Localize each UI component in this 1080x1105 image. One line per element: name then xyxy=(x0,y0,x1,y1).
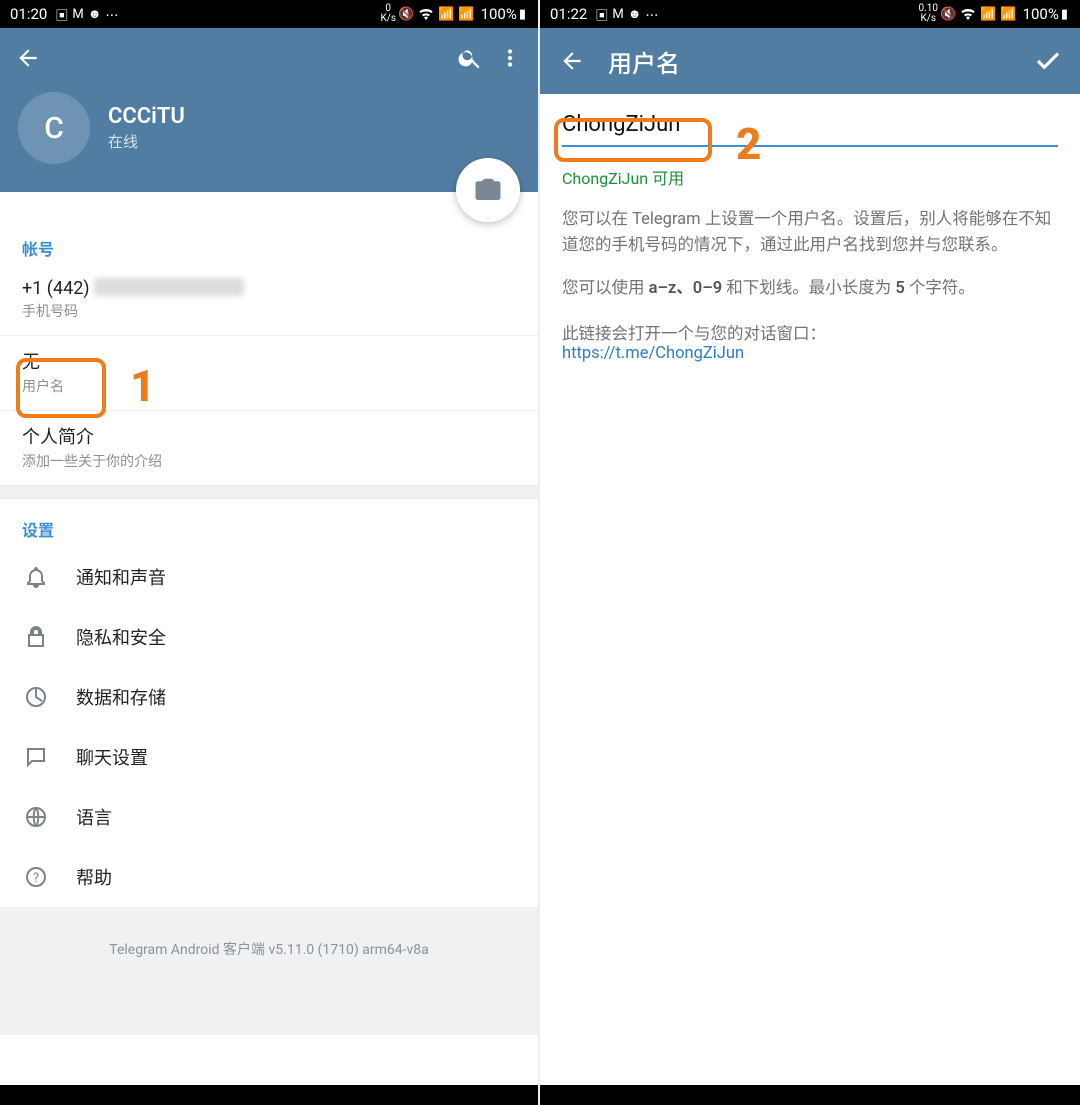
username-link[interactable]: https://t.me/ChongZiJun xyxy=(562,344,744,363)
profile-name: CCCiTU xyxy=(108,104,185,129)
signal-icon-1: 📶 xyxy=(438,7,454,22)
more-status-icon: ⋯ xyxy=(645,5,658,24)
check-icon xyxy=(1033,46,1063,76)
settings-chat[interactable]: 聊天设置 xyxy=(0,727,538,787)
username-card: ChongZiJun ChongZiJun 可用 您可以在 Telegram 上… xyxy=(540,94,1080,363)
status-bar-right: 01:22 ▣ M ☻ ⋯ 0.10K/s 🔇 📶 📶 100% ▮ xyxy=(540,0,1080,28)
status-time: 01:20 xyxy=(10,5,47,23)
account-title: 帐号 xyxy=(0,218,538,266)
gallery-icon: ▣ xyxy=(55,5,68,24)
settings-privacy[interactable]: 隐私和安全 xyxy=(0,607,538,667)
signal-icon-1: 📶 xyxy=(980,7,996,22)
phone-label: 手机号码 xyxy=(22,301,516,321)
mute-icon: 🔇 xyxy=(398,7,414,22)
phone-value: +1 (442) xyxy=(22,278,516,299)
avatar[interactable]: C xyxy=(18,92,90,164)
camera-fab[interactable] xyxy=(456,158,520,222)
back-button[interactable] xyxy=(8,38,48,78)
settings-help[interactable]: ? 帮助 xyxy=(0,847,538,907)
bio-title: 个人简介 xyxy=(22,423,516,449)
bell-icon xyxy=(22,563,50,591)
avatar-initial: C xyxy=(44,111,64,146)
confirm-button[interactable] xyxy=(1028,41,1068,81)
chat-status-icon: ☻ xyxy=(628,6,642,22)
profile-status: 在线 xyxy=(108,131,185,152)
phone-right: 01:22 ▣ M ☻ ⋯ 0.10K/s 🔇 📶 📶 100% ▮ 用户名 C… xyxy=(540,0,1080,1105)
battery-text: 100% xyxy=(481,5,517,23)
account-section: 帐号 +1 (442) 手机号码 无 用户名 个人简介 添加一些关于你的介绍 xyxy=(0,192,538,485)
appbar-username: 用户名 xyxy=(540,28,1080,94)
more-button[interactable] xyxy=(490,38,530,78)
battery-text-right: 100% xyxy=(1023,5,1059,23)
footer-version: Telegram Android 客户端 v5.11.0 (1710) arm6… xyxy=(0,907,538,1035)
settings-title: 设置 xyxy=(0,499,538,547)
username-desc-1: 您可以在 Telegram 上设置一个用户名。设置后，别人将能够在不知道您的手机… xyxy=(562,207,1058,258)
network-speed: 0K/s xyxy=(380,4,396,24)
phone-blurred xyxy=(94,278,244,296)
settings-data[interactable]: 数据和存储 xyxy=(0,667,538,727)
mail-icon: M xyxy=(612,7,623,22)
mute-icon: 🔇 xyxy=(940,7,956,22)
data-icon xyxy=(22,683,50,711)
username-value: 无 xyxy=(22,348,516,374)
mail-icon: M xyxy=(72,7,83,22)
status-bar: 01:20 ▣ M ☻ ⋯ 0K/s 🔇 📶 📶 100% ▮ xyxy=(0,0,538,28)
camera-icon xyxy=(473,175,503,205)
wifi-icon xyxy=(960,8,976,20)
section-gap xyxy=(0,485,538,499)
battery-icon: ▮ xyxy=(1061,7,1068,22)
android-nav-bar xyxy=(0,1085,538,1105)
svg-text:?: ? xyxy=(33,871,39,886)
username-input-value: ChongZiJun xyxy=(562,112,680,137)
username-available: ChongZiJun 可用 xyxy=(562,165,1058,189)
phone-left: 01:20 ▣ M ☻ ⋯ 0K/s 🔇 📶 📶 100% ▮ xyxy=(0,0,540,1105)
help-icon: ? xyxy=(22,863,50,891)
profile-header: C CCCiTU 在线 xyxy=(0,28,538,192)
username-desc-2: 您可以使用 a–z、0–9 和下划线。最小长度为 5 个字符。 xyxy=(562,276,1058,302)
back-button[interactable] xyxy=(552,41,592,81)
settings-notifications[interactable]: 通知和声音 xyxy=(0,547,538,607)
android-nav-bar-right xyxy=(540,1085,1080,1105)
settings-language[interactable]: 语言 xyxy=(0,787,538,847)
username-input[interactable]: ChongZiJun xyxy=(562,112,1058,147)
signal-icon-2: 📶 xyxy=(1000,7,1016,22)
row-username[interactable]: 无 用户名 xyxy=(0,336,538,411)
chat-icon xyxy=(22,743,50,771)
row-bio[interactable]: 个人简介 添加一些关于你的介绍 xyxy=(0,411,538,485)
bio-hint: 添加一些关于你的介绍 xyxy=(22,451,516,471)
signal-icon-2: 📶 xyxy=(458,7,474,22)
row-phone[interactable]: +1 (442) 手机号码 xyxy=(0,266,538,336)
globe-icon xyxy=(22,803,50,831)
appbar-title: 用户名 xyxy=(592,44,1028,79)
status-time-right: 01:22 xyxy=(550,5,587,23)
battery-icon: ▮ xyxy=(519,7,526,22)
username-link-line: 此链接会打开一个与您的对话窗口： https://t.me/ChongZiJun xyxy=(562,320,1058,363)
chat-status-icon: ☻ xyxy=(88,6,102,22)
search-button[interactable] xyxy=(450,38,490,78)
lock-icon xyxy=(22,623,50,651)
settings-section: 设置 通知和声音 隐私和安全 数据和存储 聊天设置 xyxy=(0,499,538,907)
more-status-icon: ⋯ xyxy=(105,5,118,24)
username-label: 用户名 xyxy=(22,376,516,396)
gallery-icon: ▣ xyxy=(595,5,608,24)
network-speed-right: 0.10K/s xyxy=(919,4,939,24)
wifi-icon xyxy=(418,8,434,20)
